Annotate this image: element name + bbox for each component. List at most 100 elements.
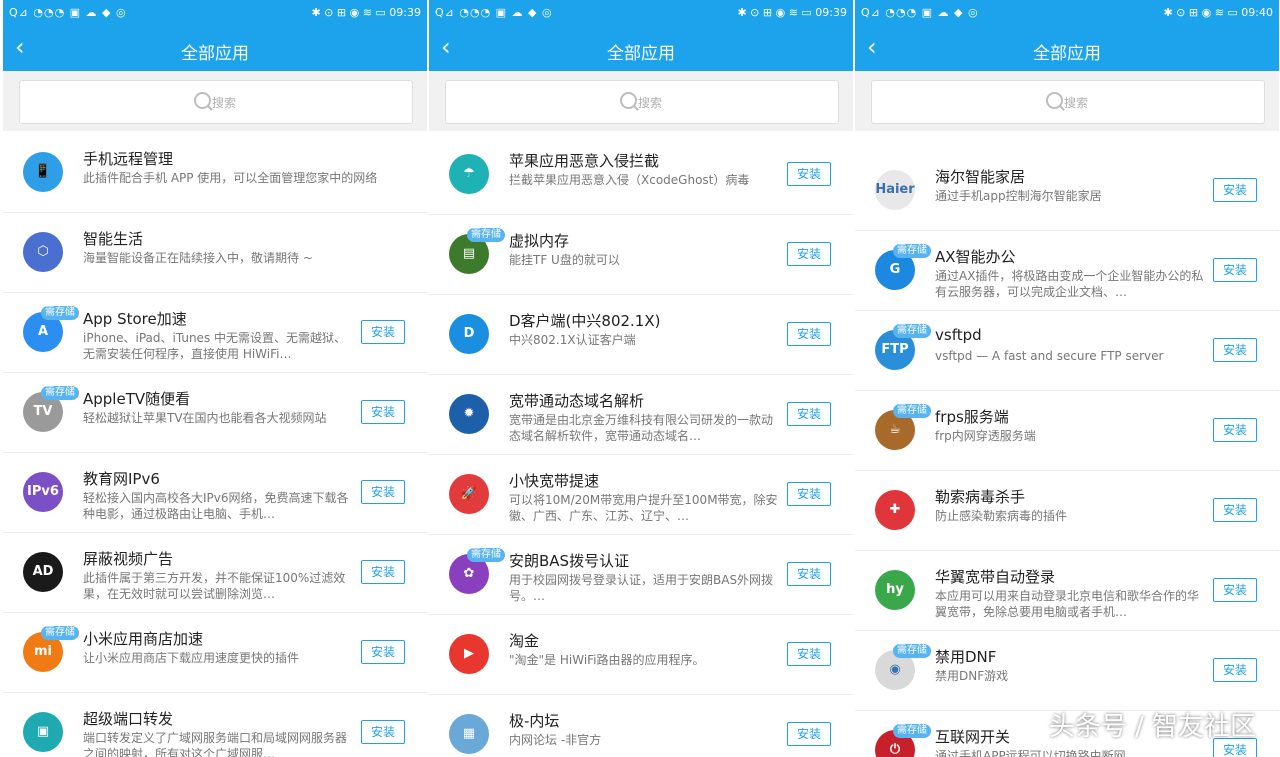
app-description: 轻松越狱让苹果TV在国内也能看各大视频网站 [83, 411, 327, 425]
install-button[interactable]: 安装 [787, 322, 831, 346]
app-description: 通过手机app控制海尔智能家居 [935, 189, 1102, 203]
install-button[interactable]: 安装 [787, 402, 831, 426]
app-name: 华翼宽带自动登录 [935, 568, 1056, 586]
app-name: 智能生活 [83, 230, 144, 248]
install-button[interactable]: 安装 [361, 640, 405, 664]
status-bar: Q⊿ ◔◔◔ ▣ ☁ ◆ ◎ ✱ ⊙ ⊞ ◉ ≋ ▭ 09:39 [3, 0, 427, 26]
storage-required-badge: 需存储 [893, 324, 931, 338]
app-description: "淘金"是 HiWiFi路由器的应用程序。 [509, 653, 705, 667]
app-list-item[interactable]: ✚ 勒索病毒杀手 防止感染勒索病毒的插件 安装 [855, 470, 1279, 551]
install-button[interactable]: 安装 [787, 562, 831, 586]
search-placeholder: 搜索 [638, 96, 663, 110]
app-list-item[interactable]: mi 需存储 小米应用商店加速 让小米应用商店下载应用速度更快的插件 安装 [3, 612, 427, 693]
search-area: 搜索 [855, 71, 1279, 131]
app-list-item[interactable]: A 需存储 App Store加速 iPhone、iPad、iTunes 中无需… [3, 292, 427, 373]
app-icon: ▦ [449, 714, 489, 754]
install-button[interactable]: 安装 [361, 480, 405, 504]
app-description: iPhone、iPad、iTunes 中无需设置、无需越狱、无需安装任何程序，直… [83, 331, 347, 361]
app-description: 此插件配合手机 APP 使用，可以全面管理您家中的网络 [83, 171, 378, 185]
app-list-item[interactable]: TV 需存储 AppleTV随便看 轻松越狱让苹果TV在国内也能看各大视频网站 … [3, 372, 427, 453]
app-list-item[interactable]: Haier 海尔智能家居 通过手机app控制海尔智能家居 安装 [855, 150, 1279, 231]
install-button[interactable]: 安装 [1213, 658, 1257, 682]
install-button[interactable]: 安装 [361, 720, 405, 744]
app-list-item[interactable]: G 需存储 AX智能办公 通过AX插件，将极路由变成一个企业智能办公的私有云服务… [855, 230, 1279, 311]
search-input[interactable]: 搜索 [19, 80, 413, 124]
app-list-item[interactable]: D D客户端(中兴802.1X) 中兴802.1X认证客户端 安装 [429, 294, 853, 375]
app-icon: AD [23, 552, 63, 592]
nav-bar: ‹ 全部应用 [855, 26, 1279, 71]
app-list-item[interactable]: ☂ 苹果应用恶意入侵拦截 拦截苹果应用恶意入侵（XcodeGhost）病毒 安装 [429, 134, 853, 215]
install-button[interactable]: 安装 [787, 482, 831, 506]
install-button[interactable]: 安装 [1213, 498, 1257, 522]
app-name: vsftpd [935, 326, 982, 344]
app-list-item[interactable]: FTP 需存储 vsftpd vsftpd — A fast and secur… [855, 310, 1279, 391]
app-list-item[interactable]: ▤ 需存储 虚拟内存 能挂TF U盘的就可以 安装 [429, 214, 853, 295]
app-name: 苹果应用恶意入侵拦截 [509, 152, 660, 170]
storage-required-badge: 需存储 [893, 644, 931, 658]
app-icon: ⬡ [23, 232, 63, 272]
install-button[interactable]: 安装 [1213, 418, 1257, 442]
app-list-item[interactable]: ✿ 需存储 安朗BAS拨号认证 用于校园网拨号登录认证，适用于安朗BAS外网拨号… [429, 534, 853, 615]
app-name: 超级端口转发 [83, 710, 174, 728]
app-list-item[interactable]: ▦ 极-内坛 内网论坛 -非官方 安装 [429, 694, 853, 757]
app-name: 小快宽带提速 [509, 472, 600, 490]
app-list-item[interactable]: ⬡ 智能生活 海量智能设备正在陆续接入中，敬请期待 ~ [3, 212, 427, 293]
watermark: 头条号 / 智友社区 [1048, 712, 1256, 742]
install-button[interactable]: 安装 [1213, 178, 1257, 202]
app-list-item[interactable]: AD 屏蔽视频广告 此插件属于第三方开发，并不能保证100%过滤效果，在无效时就… [3, 532, 427, 613]
app-description: 轻松接入国内高校各大IPv6网络，免费高速下载各种电影，通过极路由让电脑、手机… [83, 491, 349, 521]
install-button[interactable]: 安装 [361, 320, 405, 344]
search-input[interactable]: 搜索 [445, 80, 839, 124]
install-button[interactable]: 安装 [787, 642, 831, 666]
install-button[interactable]: 安装 [1213, 338, 1257, 362]
install-button[interactable]: 安装 [787, 162, 831, 186]
app-list-item[interactable]: ▶ 淘金 "淘金"是 HiWiFi路由器的应用程序。 安装 [429, 614, 853, 695]
app-name: 禁用DNF [935, 648, 997, 666]
search-icon [1046, 92, 1063, 109]
app-name: App Store加速 [83, 310, 187, 328]
app-icon: 🚀 [449, 474, 489, 514]
storage-required-badge: 需存储 [467, 548, 505, 562]
app-icon: ✹ [449, 394, 489, 434]
app-name: 小米应用商店加速 [83, 630, 204, 648]
app-list-item[interactable]: 📱 手机远程管理 此插件配合手机 APP 使用，可以全面管理您家中的网络 [3, 132, 427, 213]
app-description: 通过AX插件，将极路由变成一个企业智能办公的私有云服务器，可以完成企业文档、… [935, 269, 1204, 299]
app-description: 可以将10M/20M带宽用户提升至100M带宽，除安徽、广西、广东、江苏、辽宁、… [509, 493, 778, 523]
install-button[interactable]: 安装 [361, 560, 405, 584]
install-button[interactable]: 安装 [787, 242, 831, 266]
page-title: 全部应用 [181, 44, 249, 64]
status-icons-right: ✱ ⊙ ⊞ ◉ ≋ ▭ 09:39 [311, 6, 421, 19]
app-list-item[interactable]: IPv6 教育网IPv6 轻松接入国内高校各大IPv6网络，免费高速下载各种电影… [3, 452, 427, 533]
app-description: 拦截苹果应用恶意入侵（XcodeGhost）病毒 [509, 173, 750, 187]
app-description: 通过手机APP远程可以切换路由断网、… [935, 749, 1150, 757]
app-name: 教育网IPv6 [83, 470, 160, 488]
storage-required-badge: 需存储 [41, 386, 79, 400]
app-description: 中兴802.1X认证客户端 [509, 333, 636, 347]
app-icon: Haier [875, 170, 915, 210]
install-button[interactable]: 安装 [787, 722, 831, 746]
search-placeholder: 搜索 [1064, 96, 1089, 110]
app-description: 让小米应用商店下载应用速度更快的插件 [83, 651, 300, 665]
screen-3: Q⊿ ◔◔◔ ▣ ☁ ◆ ◎ ✱ ⊙ ⊞ ◉ ≋ ▭ 09:40 ‹ 全部应用 … [855, 0, 1279, 757]
app-name: AppleTV随便看 [83, 390, 191, 408]
page-title: 全部应用 [1033, 44, 1101, 64]
app-list-item[interactable]: ◉ 需存储 禁用DNF 禁用DNF游戏 安装 [855, 630, 1279, 711]
app-list-item[interactable]: ☕ 需存储 frps服务端 frp内网穿透服务端 安装 [855, 390, 1279, 471]
app-name: 宽带通动态域名解析 [509, 392, 645, 410]
storage-required-badge: 需存储 [893, 244, 931, 258]
app-list-item[interactable]: ✹ 宽带通动态域名解析 宽带通是由北京金万维科技有限公司研发的一款动态域名解析软… [429, 374, 853, 455]
app-description: 能挂TF U盘的就可以 [509, 253, 620, 267]
app-name: 淘金 [509, 632, 540, 650]
app-list-item[interactable]: ▣ 超级端口转发 端口转发定义了广域网服务端口和局域网网服务器之间的映射，所有对… [3, 692, 427, 757]
status-icons-left: Q⊿ ◔◔◔ ▣ ☁ ◆ ◎ [435, 6, 553, 19]
app-description: 海量智能设备正在陆续接入中，敬请期待 ~ [83, 251, 313, 265]
app-list-item[interactable]: hy 华翼宽带自动登录 本应用可以用来自动登录北京电信和歌华合作的华翼宽带，免除… [855, 550, 1279, 631]
install-button[interactable]: 安装 [361, 400, 405, 424]
install-button[interactable]: 安装 [1213, 258, 1257, 282]
search-input[interactable]: 搜索 [871, 80, 1265, 124]
storage-required-badge: 需存储 [467, 228, 505, 242]
app-list-item[interactable]: 🚀 小快宽带提速 可以将10M/20M带宽用户提升至100M带宽，除安徽、广西、… [429, 454, 853, 535]
status-icons-right: ✱ ⊙ ⊞ ◉ ≋ ▭ 09:39 [737, 6, 847, 19]
status-icons-left: Q⊿ ◔◔◔ ▣ ☁ ◆ ◎ [861, 6, 979, 19]
install-button[interactable]: 安装 [1213, 578, 1257, 602]
